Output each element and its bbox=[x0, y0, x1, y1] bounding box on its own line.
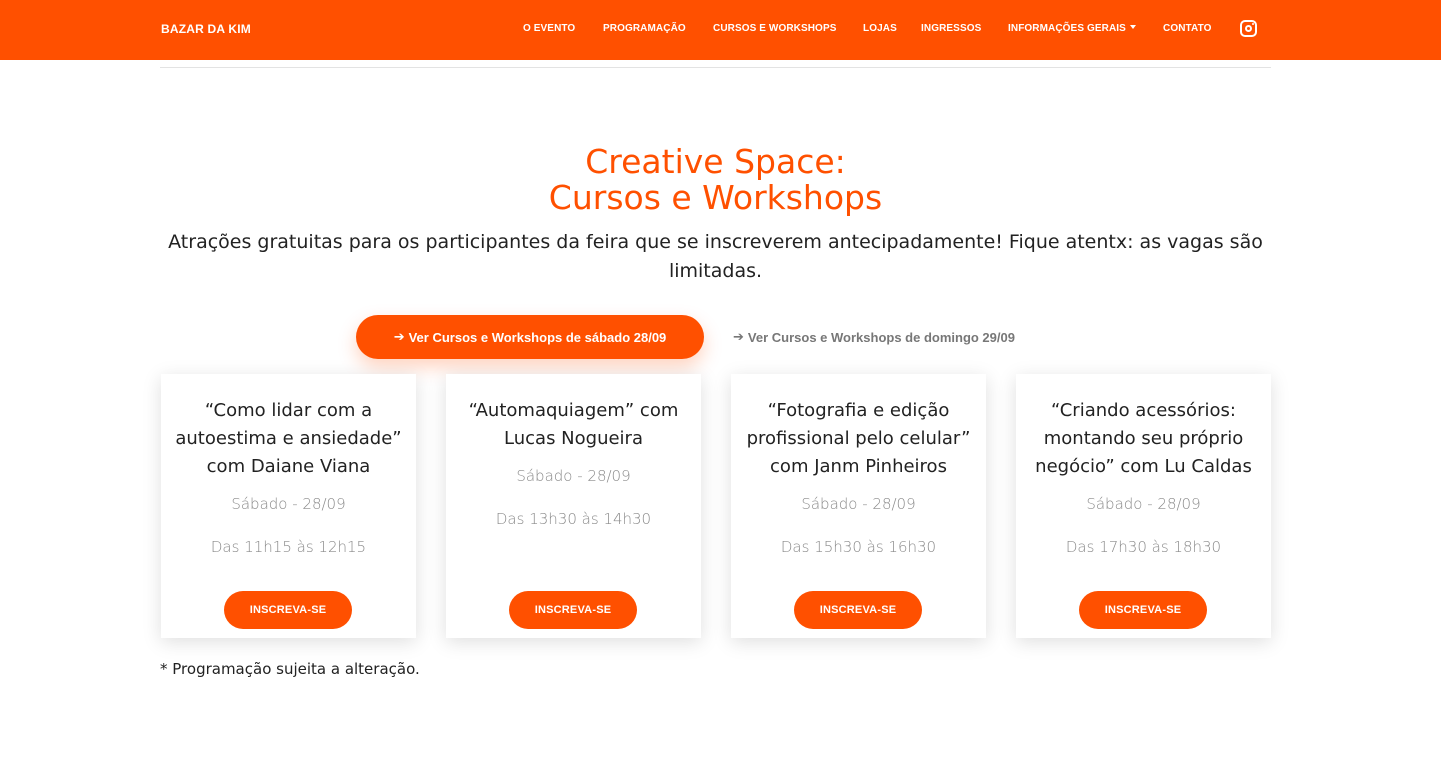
instagram-dot-shape bbox=[1252, 23, 1254, 25]
nav-item-o-evento[interactable]: O EVENTO bbox=[523, 23, 575, 34]
instagram-icon[interactable] bbox=[1240, 20, 1257, 37]
workshop-time: Das 13h30 às 14h30 bbox=[495, 510, 652, 528]
signup-button[interactable]: INSCREVA-SE bbox=[794, 591, 922, 629]
top-navbar: BAZAR DA KIM O EVENTO PROGRAMAÇÃO CURSOS… bbox=[0, 0, 1441, 60]
workshop-card: “Automaquiagem” com Lucas Nogueira Sábad… bbox=[446, 374, 701, 638]
workshop-card: “Criando acessórios: montando seu própri… bbox=[1016, 374, 1271, 638]
divider-line bbox=[160, 67, 1271, 68]
tab-sunday-workshops[interactable]: ➔ Ver Cursos e Workshops de domingo 29/0… bbox=[733, 315, 1015, 359]
nav-item-informacoes-gerais[interactable]: INFORMAÇÕES GERAIS bbox=[1008, 23, 1136, 34]
tab-saturday-workshops[interactable]: ➔ Ver Cursos e Workshops de sábado 28/09 bbox=[356, 315, 704, 359]
page-subtitle: Atrações gratuitas para os participantes… bbox=[168, 231, 1263, 282]
schedule-disclaimer: * Programação sujeita a alteração. bbox=[160, 660, 420, 678]
workshop-title: “Como lidar com a autoestima e ansiedade… bbox=[175, 400, 402, 477]
workshop-title: “Automaquiagem” com Lucas Nogueira bbox=[468, 400, 679, 449]
workshop-date: Sábado - 28/09 bbox=[231, 495, 346, 513]
workshop-time: Das 17h30 às 18h30 bbox=[1065, 538, 1222, 556]
workshop-time: Das 11h15 às 12h15 bbox=[210, 538, 367, 556]
workshop-date: Sábado - 28/09 bbox=[516, 467, 631, 485]
workshop-title: “Fotografia e edição profissional pelo c… bbox=[746, 400, 971, 477]
workshop-date: Sábado - 28/09 bbox=[801, 495, 916, 513]
instagram-lens-shape bbox=[1245, 25, 1252, 32]
nav-item-informacoes-gerais-label: INFORMAÇÕES GERAIS bbox=[1008, 23, 1126, 34]
arrow-right-icon: ➔ bbox=[393, 329, 405, 344]
workshop-title: “Criando acessórios: montando seu própri… bbox=[1035, 400, 1252, 477]
signup-button[interactable]: INSCREVA-SE bbox=[509, 591, 637, 629]
page-title-line1: Creative Space: bbox=[585, 142, 846, 181]
nav-item-lojas[interactable]: LOJAS bbox=[863, 23, 897, 34]
brand-logo-link[interactable]: BAZAR DA KIM bbox=[161, 22, 251, 36]
arrow-right-icon: ➔ bbox=[733, 329, 744, 344]
page-title-line2: Cursos e Workshops bbox=[548, 178, 883, 217]
tab-saturday-label: Ver Cursos e Workshops de sábado 28/09 bbox=[408, 329, 667, 345]
workshop-card: “Fotografia e edição profissional pelo c… bbox=[731, 374, 986, 638]
workshop-date: Sábado - 28/09 bbox=[1086, 495, 1201, 513]
nav-item-contato[interactable]: CONTATO bbox=[1163, 23, 1211, 34]
signup-button[interactable]: INSCREVA-SE bbox=[1079, 591, 1207, 629]
signup-button[interactable]: INSCREVA-SE bbox=[224, 591, 352, 629]
nav-item-cursos-e-workshops[interactable]: CURSOS E WORKSHOPS bbox=[713, 23, 836, 34]
caret-down-icon bbox=[1129, 25, 1136, 29]
nav-item-programacao[interactable]: PROGRAMAÇÃO bbox=[603, 23, 686, 34]
workshop-card: “Como lidar com a autoestima e ansiedade… bbox=[161, 374, 416, 638]
workshop-time: Das 15h30 às 16h30 bbox=[780, 538, 937, 556]
nav-item-ingressos[interactable]: INGRESSOS bbox=[921, 23, 981, 34]
tab-sunday-label: Ver Cursos e Workshops de domingo 29/09 bbox=[747, 329, 1015, 345]
page-title: Creative Space: Cursos e Workshops bbox=[0, 144, 1431, 216]
